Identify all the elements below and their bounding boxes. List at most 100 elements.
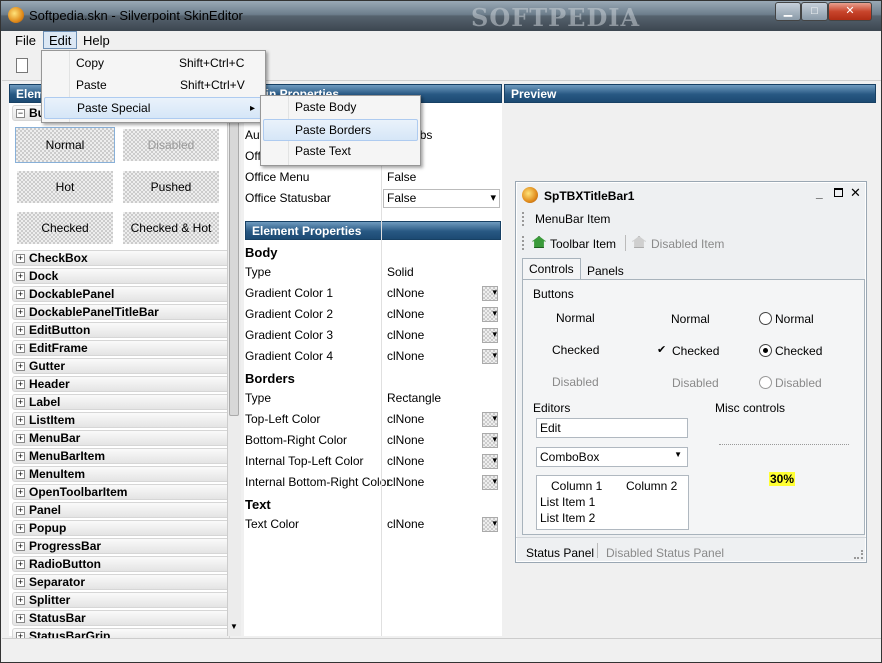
- new-file-icon[interactable]: [16, 58, 28, 73]
- scroll-down-icon[interactable]: ▼: [230, 622, 238, 631]
- maximize-icon[interactable]: [834, 188, 843, 197]
- tab-controls[interactable]: Controls: [522, 258, 581, 281]
- menu-item-paste-special[interactable]: Paste Special ▸: [44, 97, 263, 119]
- property-value[interactable]: clNone: [387, 283, 424, 304]
- property-row[interactable]: Internal Bottom-Right Color clNone: [244, 471, 502, 493]
- state-checked-hot[interactable]: Checked & Hot: [123, 212, 219, 244]
- property-row[interactable]: Internal Top-Left Color clNone: [244, 450, 502, 472]
- group-header[interactable]: + Header: [12, 376, 230, 392]
- close-icon[interactable]: ✕: [850, 185, 861, 201]
- group-listitem[interactable]: + ListItem: [12, 412, 230, 428]
- group-editframe[interactable]: + EditFrame: [12, 340, 230, 356]
- list-item[interactable]: List Item 1: [540, 495, 595, 509]
- checkbox-normal[interactable]: Normal: [671, 312, 710, 326]
- expand-icon[interactable]: +: [16, 380, 25, 389]
- dropdown-arrow-icon[interactable]: ▾: [490, 188, 496, 209]
- expand-icon[interactable]: +: [16, 596, 25, 605]
- expand-icon[interactable]: +: [16, 542, 25, 551]
- menubar-item[interactable]: MenuBar Item: [535, 212, 610, 226]
- menu-file[interactable]: File: [10, 32, 41, 50]
- property-value[interactable]: clNone: [387, 346, 424, 367]
- color-picker-icon[interactable]: [482, 471, 498, 492]
- menu-item-paste-text[interactable]: Paste Text: [263, 141, 418, 163]
- state-hot[interactable]: Hot: [17, 171, 113, 203]
- property-row[interactable]: Type Rectangle: [244, 388, 502, 409]
- property-value[interactable]: Solid: [387, 262, 414, 283]
- group-checkbox[interactable]: + CheckBox: [12, 250, 230, 266]
- list-column-header[interactable]: Column 2: [626, 479, 677, 493]
- expand-icon[interactable]: +: [16, 524, 25, 533]
- expand-icon[interactable]: +: [16, 326, 25, 335]
- property-row[interactable]: Gradient Color 4 clNone: [244, 345, 502, 367]
- checkbox-checked[interactable]: Checked: [672, 344, 719, 358]
- property-value[interactable]: clNone: [387, 514, 424, 535]
- color-picker-icon[interactable]: [482, 303, 498, 324]
- group-popup[interactable]: + Popup: [12, 520, 230, 536]
- color-picker-icon[interactable]: [482, 345, 498, 366]
- combobox[interactable]: ComboBox ▼: [536, 447, 688, 467]
- dropdown-box[interactable]: ▾: [383, 189, 500, 208]
- color-picker-icon[interactable]: [482, 513, 498, 534]
- group-dockablepaneltitlebar[interactable]: + DockablePanelTitleBar: [12, 304, 230, 320]
- property-value[interactable]: clNone: [387, 472, 424, 493]
- property-row[interactable]: Type Solid: [244, 262, 502, 283]
- expand-icon[interactable]: +: [16, 308, 25, 317]
- size-grip-icon[interactable]: [854, 550, 863, 559]
- expand-icon[interactable]: +: [16, 578, 25, 587]
- property-row[interactable]: Text Color clNone: [244, 513, 502, 535]
- property-row[interactable]: Bottom-Right Color clNone: [244, 429, 502, 451]
- expand-icon[interactable]: +: [16, 452, 25, 461]
- property-value[interactable]: False: [387, 167, 416, 188]
- scroll-thumb[interactable]: [229, 116, 239, 416]
- expand-icon[interactable]: +: [16, 434, 25, 443]
- group-gutter[interactable]: + Gutter: [12, 358, 230, 374]
- trackbar[interactable]: [719, 444, 849, 448]
- group-menubar[interactable]: + MenuBar: [12, 430, 230, 446]
- group-menubaritem[interactable]: + MenuBarItem: [12, 448, 230, 464]
- button-checked[interactable]: Checked: [552, 343, 599, 357]
- property-value[interactable]: clNone: [387, 451, 424, 472]
- state-normal[interactable]: Normal: [15, 127, 115, 163]
- color-picker-icon[interactable]: [482, 324, 498, 345]
- state-checked[interactable]: Checked: [17, 212, 113, 244]
- button-normal[interactable]: Normal: [556, 311, 595, 325]
- property-row[interactable]: Gradient Color 2 clNone: [244, 303, 502, 325]
- property-value[interactable]: clNone: [387, 304, 424, 325]
- list-column-header[interactable]: Column 1: [551, 479, 602, 493]
- group-editbutton[interactable]: + EditButton: [12, 322, 230, 338]
- group-separator[interactable]: + Separator: [12, 574, 230, 590]
- state-disabled[interactable]: Disabled: [123, 129, 219, 161]
- expand-icon[interactable]: +: [16, 254, 25, 263]
- group-opentoolbaritem[interactable]: + OpenToolbarItem: [12, 484, 230, 500]
- group-label[interactable]: + Label: [12, 394, 230, 410]
- property-value[interactable]: clNone: [387, 325, 424, 346]
- expand-icon[interactable]: +: [16, 398, 25, 407]
- radio-normal-icon[interactable]: [759, 312, 772, 325]
- minimize-icon[interactable]: _: [816, 186, 823, 200]
- group-splitter[interactable]: + Splitter: [12, 592, 230, 608]
- expand-icon[interactable]: +: [16, 290, 25, 299]
- expand-icon[interactable]: +: [16, 362, 25, 371]
- expand-icon[interactable]: +: [16, 488, 25, 497]
- menu-item-paste-borders[interactable]: Paste Borders: [263, 119, 418, 141]
- maximize-button[interactable]: □: [801, 2, 828, 21]
- toolbar-item[interactable]: Toolbar Item: [550, 237, 616, 251]
- property-value[interactable]: Rectangle: [387, 388, 441, 409]
- expand-icon[interactable]: +: [16, 560, 25, 569]
- property-value[interactable]: clNone: [387, 430, 424, 451]
- color-picker-icon[interactable]: [482, 450, 498, 471]
- menu-help[interactable]: Help: [78, 32, 115, 50]
- expand-icon[interactable]: +: [16, 614, 25, 623]
- property-row[interactable]: Gradient Color 1 clNone: [244, 282, 502, 304]
- menu-item-paste-body[interactable]: Paste Body: [263, 97, 418, 119]
- group-menuitem[interactable]: + MenuItem: [12, 466, 230, 482]
- left-scrollbar[interactable]: ▲ ▼: [227, 102, 241, 636]
- group-statusbar[interactable]: + StatusBar: [12, 610, 230, 626]
- group-dockablepanel[interactable]: + DockablePanel: [12, 286, 230, 302]
- property-row[interactable]: Top-Left Color clNone: [244, 408, 502, 430]
- minimize-button[interactable]: ▁: [775, 2, 801, 21]
- listview[interactable]: Column 1 Column 2 List Item 1 List Item …: [536, 475, 689, 530]
- status-panel[interactable]: Status Panel: [526, 542, 594, 564]
- property-row[interactable]: Gradient Color 3 clNone: [244, 324, 502, 346]
- group-dock[interactable]: + Dock: [12, 268, 230, 284]
